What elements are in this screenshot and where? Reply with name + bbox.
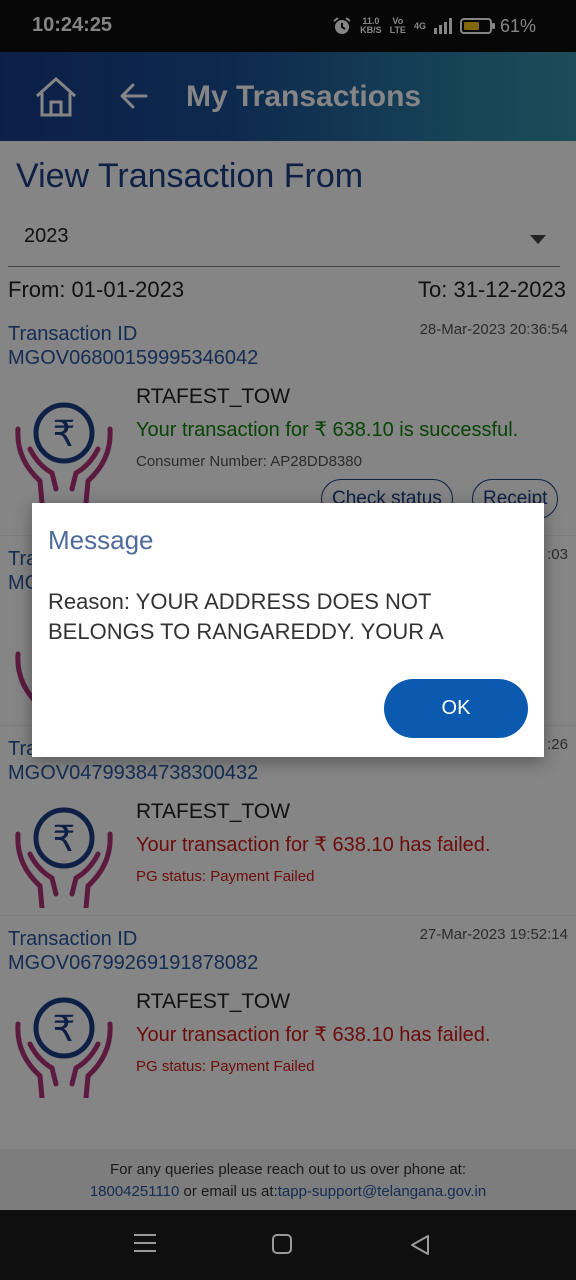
- recents-icon[interactable]: [134, 1234, 156, 1254]
- system-nav-bar: [0, 1210, 576, 1280]
- message-dialog: Message Reason: YOUR ADDRESS DOES NOT BE…: [32, 503, 544, 757]
- ok-button[interactable]: OK: [384, 679, 528, 738]
- dialog-message: Reason: YOUR ADDRESS DOES NOT BELONGS TO…: [48, 589, 444, 644]
- nav-back-icon[interactable]: [408, 1234, 432, 1256]
- nav-home-icon[interactable]: [272, 1234, 292, 1254]
- dialog-title: Message: [48, 525, 154, 555]
